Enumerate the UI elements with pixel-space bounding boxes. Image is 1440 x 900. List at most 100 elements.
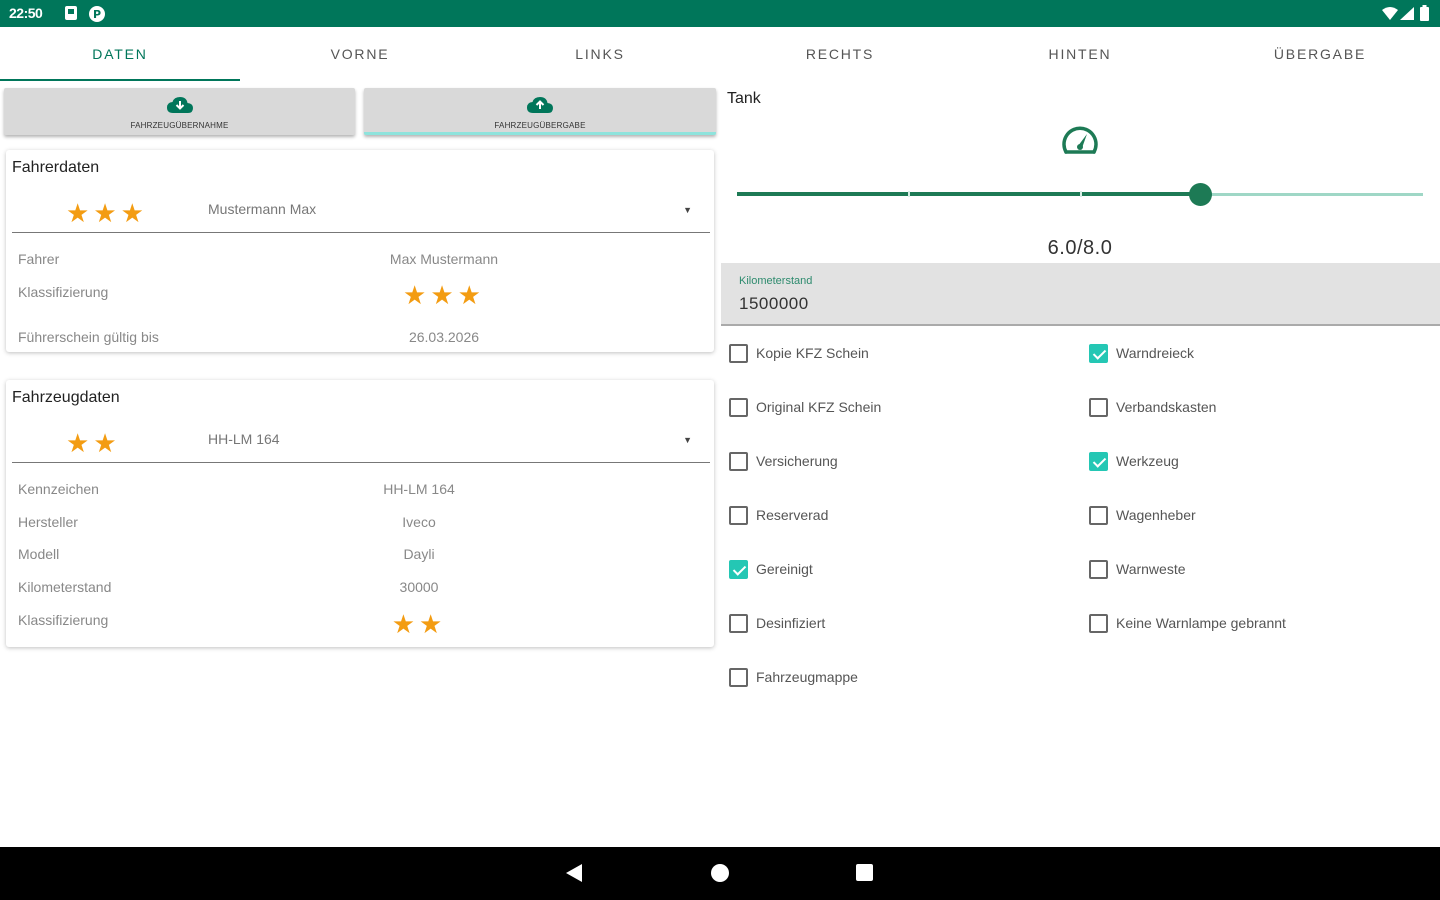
checkbox-icon[interactable] xyxy=(729,667,748,687)
status-bar: 22:50 P xyxy=(0,0,1440,27)
checklist-item[interactable]: Gereinigt xyxy=(729,557,813,581)
checklist-item-label: Werkzeug xyxy=(1116,453,1179,469)
checklist-item-label: Original KFZ Schein xyxy=(756,399,882,415)
driver-rating-value: ★ ★ ★ xyxy=(344,282,544,308)
tab-uebergabe[interactable]: ÜBERGABE xyxy=(1200,27,1440,81)
license-valid-label: Führerschein gültig bis xyxy=(18,329,159,345)
checklist-item[interactable]: Kopie KFZ Schein xyxy=(729,341,869,365)
odometer-value[interactable]: 1500000 xyxy=(739,294,809,314)
checklist-item[interactable]: Original KFZ Schein xyxy=(729,395,881,419)
vehicle-rating-value: ★ ★ xyxy=(319,611,519,637)
checkbox-checked-icon[interactable] xyxy=(1089,451,1108,471)
vehicle-handover-button[interactable]: FAHRZEUGÜBERGABE xyxy=(364,88,716,135)
checklist-item-label: Fahrzeugmappe xyxy=(756,669,858,685)
tab-vorne[interactable]: VORNE xyxy=(240,27,480,81)
vehicle-pickup-button[interactable]: FAHRZEUGÜBERNAHME xyxy=(4,88,355,135)
checkbox-icon[interactable] xyxy=(1089,505,1108,525)
vehicle-select-value: HH-LM 164 xyxy=(208,431,280,447)
home-icon[interactable] xyxy=(711,864,729,882)
checklist-item[interactable]: Werkzeug xyxy=(1089,449,1179,473)
checklist-item[interactable]: Warnweste xyxy=(1089,557,1186,581)
driver-card: Fahrerdaten ★ ★ ★ Mustermann Max ▼ Fahrer … xyxy=(6,150,714,352)
vehicle-select[interactable]: ★ ★ HH-LM 164 ▼ xyxy=(12,413,710,463)
checkbox-checked-icon[interactable] xyxy=(1089,343,1108,363)
checkbox-icon[interactable] xyxy=(729,343,748,363)
checklist-item-label: Keine Warnlampe gebrannt xyxy=(1116,615,1286,631)
checklist-item[interactable]: Verbandskasten xyxy=(1089,395,1216,419)
star-icon: ★ xyxy=(93,198,117,228)
checklist-item[interactable]: Fahrzeugmappe xyxy=(729,665,858,689)
tab-hinten[interactable]: HINTEN xyxy=(960,27,1200,81)
plate-label: Kennzeichen xyxy=(18,481,99,497)
vehicle-card-title: Fahrzeugdaten xyxy=(12,389,120,406)
wifi-icon xyxy=(1382,7,1398,25)
checkbox-icon[interactable] xyxy=(729,451,748,471)
star-icon: ★ xyxy=(66,428,90,458)
checkbox-icon[interactable] xyxy=(1089,559,1108,579)
mileage-value: 30000 xyxy=(399,579,439,595)
plate-value: HH-LM 164 xyxy=(383,481,455,497)
dropdown-arrow-icon[interactable]: ▼ xyxy=(683,205,692,215)
recent-apps-icon[interactable] xyxy=(856,864,873,881)
vehicle-select-rating: ★ ★ xyxy=(66,430,121,457)
checklist-item[interactable]: Warndreieck xyxy=(1089,341,1194,365)
manufacturer-label: Hersteller xyxy=(18,514,78,530)
checklist-item-label: Wagenheber xyxy=(1116,507,1196,523)
notification-icon xyxy=(64,5,78,26)
app-notification-icon: P xyxy=(88,5,106,28)
navigation-bar xyxy=(0,847,1440,900)
odometer-field[interactable]: Kilometerstand 1500000 xyxy=(721,263,1440,326)
tank-value: 6.0/8.0 xyxy=(1047,237,1113,259)
vehicle-card: Fahrzeugdaten ★ ★ HH-LM 164 ▼ Kennzeichen… xyxy=(6,380,714,647)
checklist-item-label: Desinfiziert xyxy=(756,615,826,631)
checklist-item[interactable]: Keine Warnlampe gebrannt xyxy=(1089,611,1286,635)
checklist-item[interactable]: Reserverad xyxy=(729,503,828,527)
star-icon: ★ xyxy=(419,609,443,639)
driver-rating-label: Klassifizierung xyxy=(18,284,109,300)
speedometer-icon xyxy=(1060,122,1100,163)
driver-select-rating: ★ ★ ★ xyxy=(66,200,148,227)
checklist-item-label: Gereinigt xyxy=(756,561,813,577)
tank-slider-fill xyxy=(737,192,1201,196)
checklist-item[interactable]: Versicherung xyxy=(729,449,838,473)
cloud-download-icon xyxy=(166,96,194,119)
slider-tick xyxy=(908,191,910,197)
vehicle-rating-label: Klassifizierung xyxy=(18,612,109,628)
slider-tick xyxy=(1080,191,1082,197)
mileage-label: Kilometerstand xyxy=(18,579,112,595)
star-icon: ★ xyxy=(430,280,454,310)
svg-text:P: P xyxy=(93,8,101,21)
star-icon: ★ xyxy=(457,280,481,310)
driver-select[interactable]: ★ ★ ★ Mustermann Max ▼ xyxy=(12,183,710,233)
model-label: Modell xyxy=(18,546,60,562)
signal-icon xyxy=(1400,7,1414,25)
star-icon: ★ xyxy=(391,609,415,639)
dropdown-arrow-icon[interactable]: ▼ xyxy=(683,435,692,445)
checklist-item-label: Warndreieck xyxy=(1116,345,1195,361)
vehicle-handover-label: FAHRZEUGÜBERGABE xyxy=(494,121,586,130)
checklist-item[interactable]: Desinfiziert xyxy=(729,611,825,635)
license-valid-value: 26.03.2026 xyxy=(408,329,480,345)
tab-daten[interactable]: DATEN xyxy=(0,27,240,81)
manufacturer-value: Iveco xyxy=(402,514,436,530)
checkbox-icon[interactable] xyxy=(729,613,748,633)
checklist-item-label: Verbandskasten xyxy=(1116,399,1217,415)
driver-name-value: Max Mustermann xyxy=(389,251,499,267)
checkbox-icon[interactable] xyxy=(1089,613,1108,633)
checklist-item[interactable]: Wagenheber xyxy=(1089,503,1196,527)
cloud-upload-icon xyxy=(526,96,554,119)
checkbox-checked-icon[interactable] xyxy=(729,559,748,579)
checkbox-icon[interactable] xyxy=(1089,397,1108,417)
tab-bar: DATEN VORNE LINKS RECHTS HINTEN ÜBERGABE xyxy=(0,27,1440,81)
tank-slider-thumb[interactable] xyxy=(1189,183,1213,206)
star-icon: ★ xyxy=(403,280,427,310)
tab-links[interactable]: LINKS xyxy=(480,27,720,81)
back-icon[interactable] xyxy=(566,864,582,882)
checkbox-icon[interactable] xyxy=(729,397,748,417)
checkbox-icon[interactable] xyxy=(729,505,748,525)
odometer-label: Kilometerstand xyxy=(739,275,813,287)
tab-rechts[interactable]: RECHTS xyxy=(720,27,960,81)
checklist-item-label: Warnweste xyxy=(1116,561,1186,577)
checklist-item-label: Versicherung xyxy=(756,453,838,469)
checklist-item-label: Reserverad xyxy=(756,507,829,523)
